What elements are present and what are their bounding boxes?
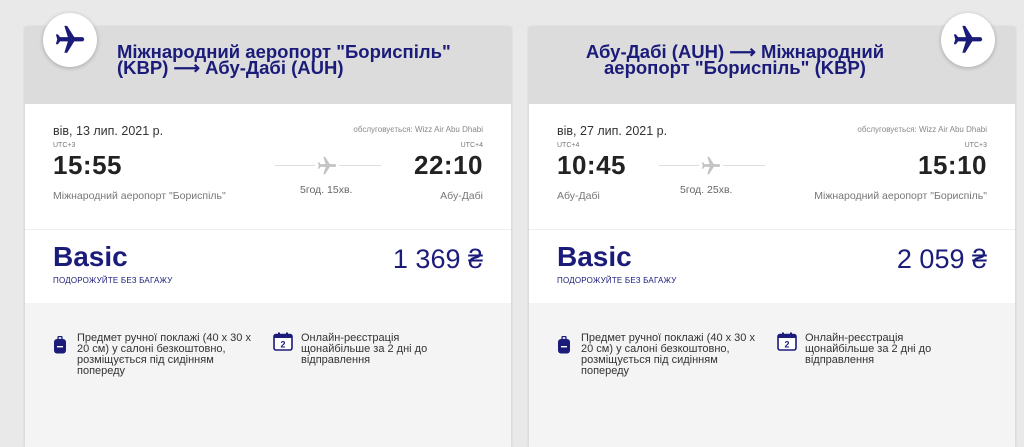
departure-utc: UTC+4: [557, 142, 580, 149]
feature-hand-luggage: Предмет ручної поклажі (40 x 30 x 20 см)…: [581, 332, 755, 377]
calendar-icon-number: 2: [784, 340, 789, 350]
fare-section[interactable]: Basic ПОДОРОЖУЙТЕ БЕЗ БАГАЖУ 1 369 ₴: [25, 229, 511, 304]
fare-features: Предмет ручної поклажі (40 x 30 x 20 см)…: [25, 303, 511, 433]
arrival-airport: Абу-Дабі: [440, 190, 483, 202]
fare-subtitle: ПОДОРОЖУЙТЕ БЕЗ БАГАЖУ: [557, 276, 677, 285]
arrival-utc: UTC+3: [964, 142, 987, 149]
flight-duration: 5год. 15хв.: [300, 184, 353, 196]
flight-date: вів, 13 лип. 2021 р.: [53, 124, 164, 138]
departure-time: 15:55: [53, 150, 122, 180]
calendar-icon: 2: [777, 332, 797, 351]
flight-details: вів, 27 лип. 2021 р. обслуговується: Wiz…: [529, 104, 1015, 229]
fare-name: Basic: [557, 241, 632, 272]
fare-subtitle: ПОДОРОЖУЙТЕ БЕЗ БАГАЖУ: [53, 276, 173, 285]
airplane-icon: [55, 25, 85, 53]
airplane-icon: [317, 156, 337, 175]
airplane-icon: [953, 25, 983, 53]
flight-date: вів, 27 лип. 2021 р.: [557, 124, 668, 138]
flight-details: вів, 13 лип. 2021 р. обслуговується: Wiz…: [25, 104, 511, 229]
arrival-time: 15:10: [918, 150, 987, 180]
departure-utc: UTC+3: [53, 142, 76, 149]
route-line-left: [275, 165, 315, 166]
feature-online-checkin: Онлайн-реєстрація щонайбільше за 2 дні д…: [805, 332, 932, 366]
fare-section[interactable]: Basic ПОДОРОЖУЙТЕ БЕЗ БАГАЖУ 2 059 ₴: [529, 229, 1015, 304]
route-title: Абу-Дабі (AUH) ⟶ Міжнародний аеропорт "Б…: [585, 41, 885, 78]
route-line-right: [339, 165, 381, 166]
fare-price: 1 369 ₴: [392, 244, 483, 274]
route-title: Міжнародний аеропорт "Бориспіль" (KBP) ⟶…: [117, 41, 451, 78]
airplane-icon: [701, 156, 721, 175]
airplane-badge: [941, 13, 995, 67]
fare-price: 2 059 ₴: [896, 244, 987, 274]
card-header: Міжнародний аеропорт "Бориспіль" (KBP) ⟶…: [25, 27, 511, 104]
route-line-left: [659, 165, 699, 166]
departure-time: 10:45: [557, 150, 626, 180]
backpack-icon: [54, 336, 66, 354]
fare-features: Предмет ручної поклажі (40 x 30 x 20 см)…: [529, 303, 1015, 433]
calendar-icon: 2: [273, 332, 293, 351]
calendar-icon-number: 2: [280, 340, 285, 350]
operator-label: обслуговується: Wizz Air Abu Dhabi: [353, 125, 483, 134]
airplane-badge: [43, 13, 97, 67]
arrival-time: 22:10: [414, 150, 483, 180]
operator-label: обслуговується: Wizz Air Abu Dhabi: [857, 125, 987, 134]
arrival-airport: Міжнародний аеропорт "Бориспіль": [814, 190, 987, 202]
arrival-utc: UTC+4: [460, 142, 483, 149]
feature-online-checkin: Онлайн-реєстрація щонайбільше за 2 дні д…: [301, 332, 428, 366]
route-line-right: [723, 165, 765, 166]
flight-card-return: Абу-Дабі (AUH) ⟶ Міжнародний аеропорт "Б…: [529, 13, 1015, 447]
departure-airport: Абу-Дабі: [557, 190, 600, 202]
feature-hand-luggage: Предмет ручної поклажі (40 x 30 x 20 см)…: [77, 332, 251, 377]
flight-duration: 5год. 25хв.: [680, 184, 733, 196]
departure-airport: Міжнародний аеропорт "Бориспіль": [53, 190, 226, 202]
backpack-icon: [558, 336, 570, 354]
flight-card-outbound: Міжнародний аеропорт "Бориспіль" (KBP) ⟶…: [25, 13, 511, 447]
fare-name: Basic: [53, 241, 128, 272]
